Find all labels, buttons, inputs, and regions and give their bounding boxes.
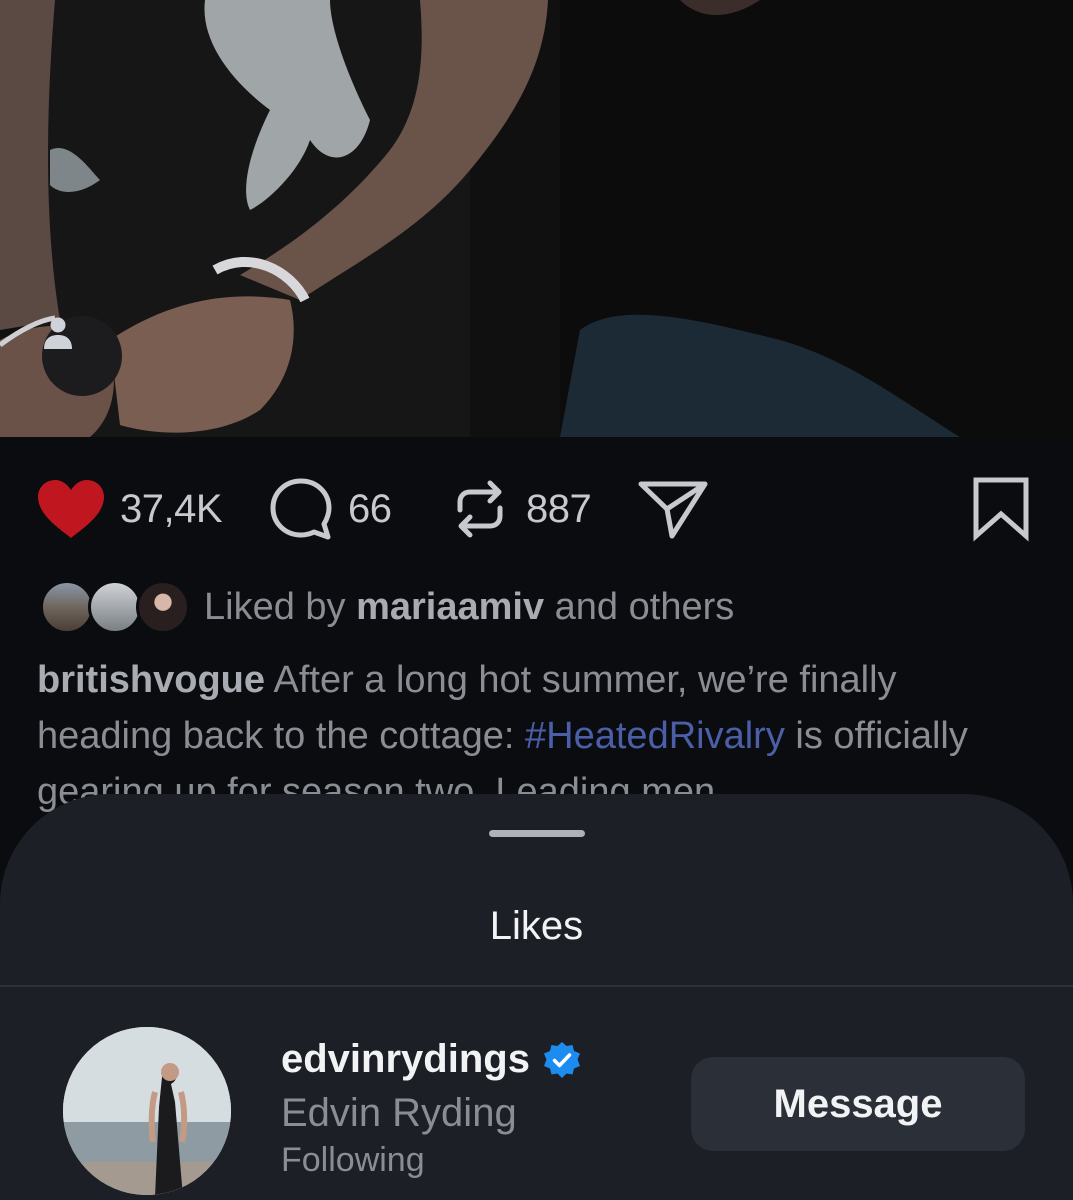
comment-button[interactable]: 66 xyxy=(268,469,392,549)
avatar xyxy=(40,580,94,634)
person-icon xyxy=(44,317,72,349)
liked-by-prefix: Liked by xyxy=(204,585,357,628)
post-action-bar: 37,4K 66 887 xyxy=(0,437,1073,577)
likes-sheet: Likes edvinrydings Edvin Ryding Followin… xyxy=(0,794,1073,1200)
liker-username[interactable]: edvinrydings xyxy=(281,1037,582,1082)
likes-count[interactable]: 37,4K xyxy=(120,487,223,532)
follow-status: Following xyxy=(281,1141,425,1179)
comments-count[interactable]: 66 xyxy=(348,487,392,532)
liked-by-suffix: and others xyxy=(544,585,735,628)
avatar xyxy=(88,580,142,634)
liker-avatars xyxy=(40,577,190,637)
post-screen: 37,4K 66 887 Liked by mariaamiv and othe… xyxy=(0,0,1073,1200)
liked-by-text: Liked by mariaamiv and others xyxy=(204,586,734,629)
comment-icon xyxy=(270,478,332,540)
post-photo[interactable] xyxy=(0,0,1073,437)
photo-illustration xyxy=(0,0,1073,437)
sheet-title: Likes xyxy=(489,904,584,948)
avatar xyxy=(136,580,190,634)
liked-by-username[interactable]: mariaamiv xyxy=(356,586,544,628)
reposts-count[interactable]: 887 xyxy=(526,487,592,532)
avatar-photo xyxy=(63,1027,231,1195)
like-button[interactable]: 37,4K xyxy=(36,469,223,549)
liker-full-name: Edvin Ryding xyxy=(281,1091,517,1135)
bookmark-icon xyxy=(973,477,1029,542)
send-icon xyxy=(638,481,708,539)
repost-button[interactable]: 887 xyxy=(448,469,592,549)
share-button[interactable] xyxy=(636,469,710,549)
liked-by-row[interactable]: Liked by mariaamiv and others xyxy=(40,576,734,638)
username-text[interactable]: edvinrydings xyxy=(281,1037,530,1082)
sheet-drag-handle[interactable] xyxy=(489,830,585,837)
liker-row[interactable]: edvinrydings Edvin Ryding Following Mess… xyxy=(0,987,1073,1200)
verified-badge-icon xyxy=(543,1041,580,1078)
caption-author[interactable]: britishvogue xyxy=(37,659,265,701)
save-button[interactable] xyxy=(970,469,1032,549)
heart-icon xyxy=(38,480,104,538)
caption-hashtag[interactable]: #HeatedRivalry xyxy=(525,715,785,757)
message-button[interactable]: Message xyxy=(691,1057,1025,1151)
repost-icon xyxy=(457,480,503,538)
avatar[interactable] xyxy=(63,1027,231,1195)
tagged-users-button[interactable] xyxy=(42,316,122,396)
